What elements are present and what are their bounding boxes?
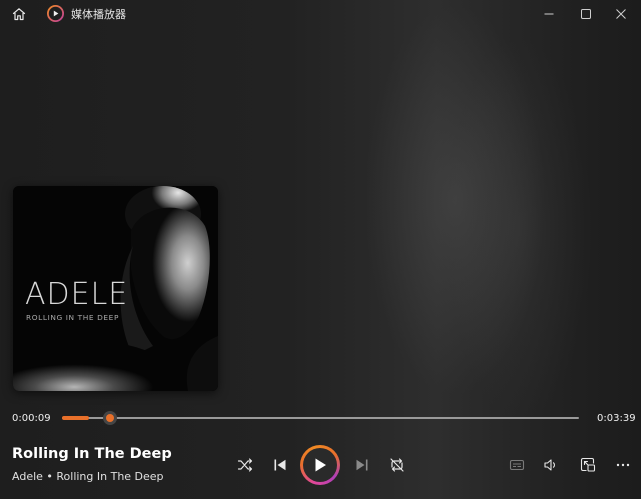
shuffle-icon <box>237 458 253 472</box>
next-icon <box>356 459 368 471</box>
shuffle-button[interactable] <box>231 451 259 479</box>
seek-track <box>62 417 579 419</box>
close-button[interactable] <box>601 0 641 28</box>
volume-button[interactable] <box>537 451 565 479</box>
play-button[interactable] <box>300 445 340 485</box>
title-bar: 媒体播放器 <box>0 0 641 28</box>
seek-progress <box>62 416 89 420</box>
minimize-button[interactable] <box>529 0 569 28</box>
song-title: Rolling In The Deep <box>12 446 172 462</box>
play-button-inner <box>303 448 337 482</box>
seek-thumb-dot <box>106 414 114 422</box>
album-art: ADELE ROLLING IN THE DEEP <box>13 186 218 391</box>
miniplayer-icon <box>580 457 596 472</box>
home-button[interactable] <box>8 4 30 24</box>
more-button[interactable] <box>609 451 637 479</box>
maximize-icon <box>581 9 591 19</box>
album-subtitle-text: ROLLING IN THE DEEP <box>26 313 120 322</box>
seek-slider[interactable] <box>62 406 579 430</box>
seek-thumb[interactable] <box>103 411 117 425</box>
play-icon <box>315 458 326 472</box>
volume-icon <box>544 459 555 471</box>
home-icon <box>12 8 26 21</box>
repeat-off-icon <box>390 458 404 472</box>
close-icon <box>616 9 626 19</box>
current-time: 0:00:09 <box>12 413 51 424</box>
maximize-button[interactable] <box>566 0 606 28</box>
repeat-button[interactable] <box>383 451 411 479</box>
previous-button[interactable] <box>266 451 294 479</box>
captions-icon <box>509 459 525 471</box>
total-time: 0:03:39 <box>597 413 636 424</box>
media-player-icon <box>47 5 64 22</box>
minimize-icon <box>544 13 554 15</box>
miniplayer-button[interactable] <box>574 451 602 479</box>
next-button[interactable] <box>348 451 376 479</box>
app-title: 媒体播放器 <box>71 8 126 21</box>
captions-button[interactable] <box>503 451 531 479</box>
album-artist-text: ADELE <box>25 277 129 312</box>
previous-icon <box>274 459 286 471</box>
more-icon <box>616 463 630 467</box>
song-artist-album: Adele • Rolling In The Deep <box>12 470 164 483</box>
